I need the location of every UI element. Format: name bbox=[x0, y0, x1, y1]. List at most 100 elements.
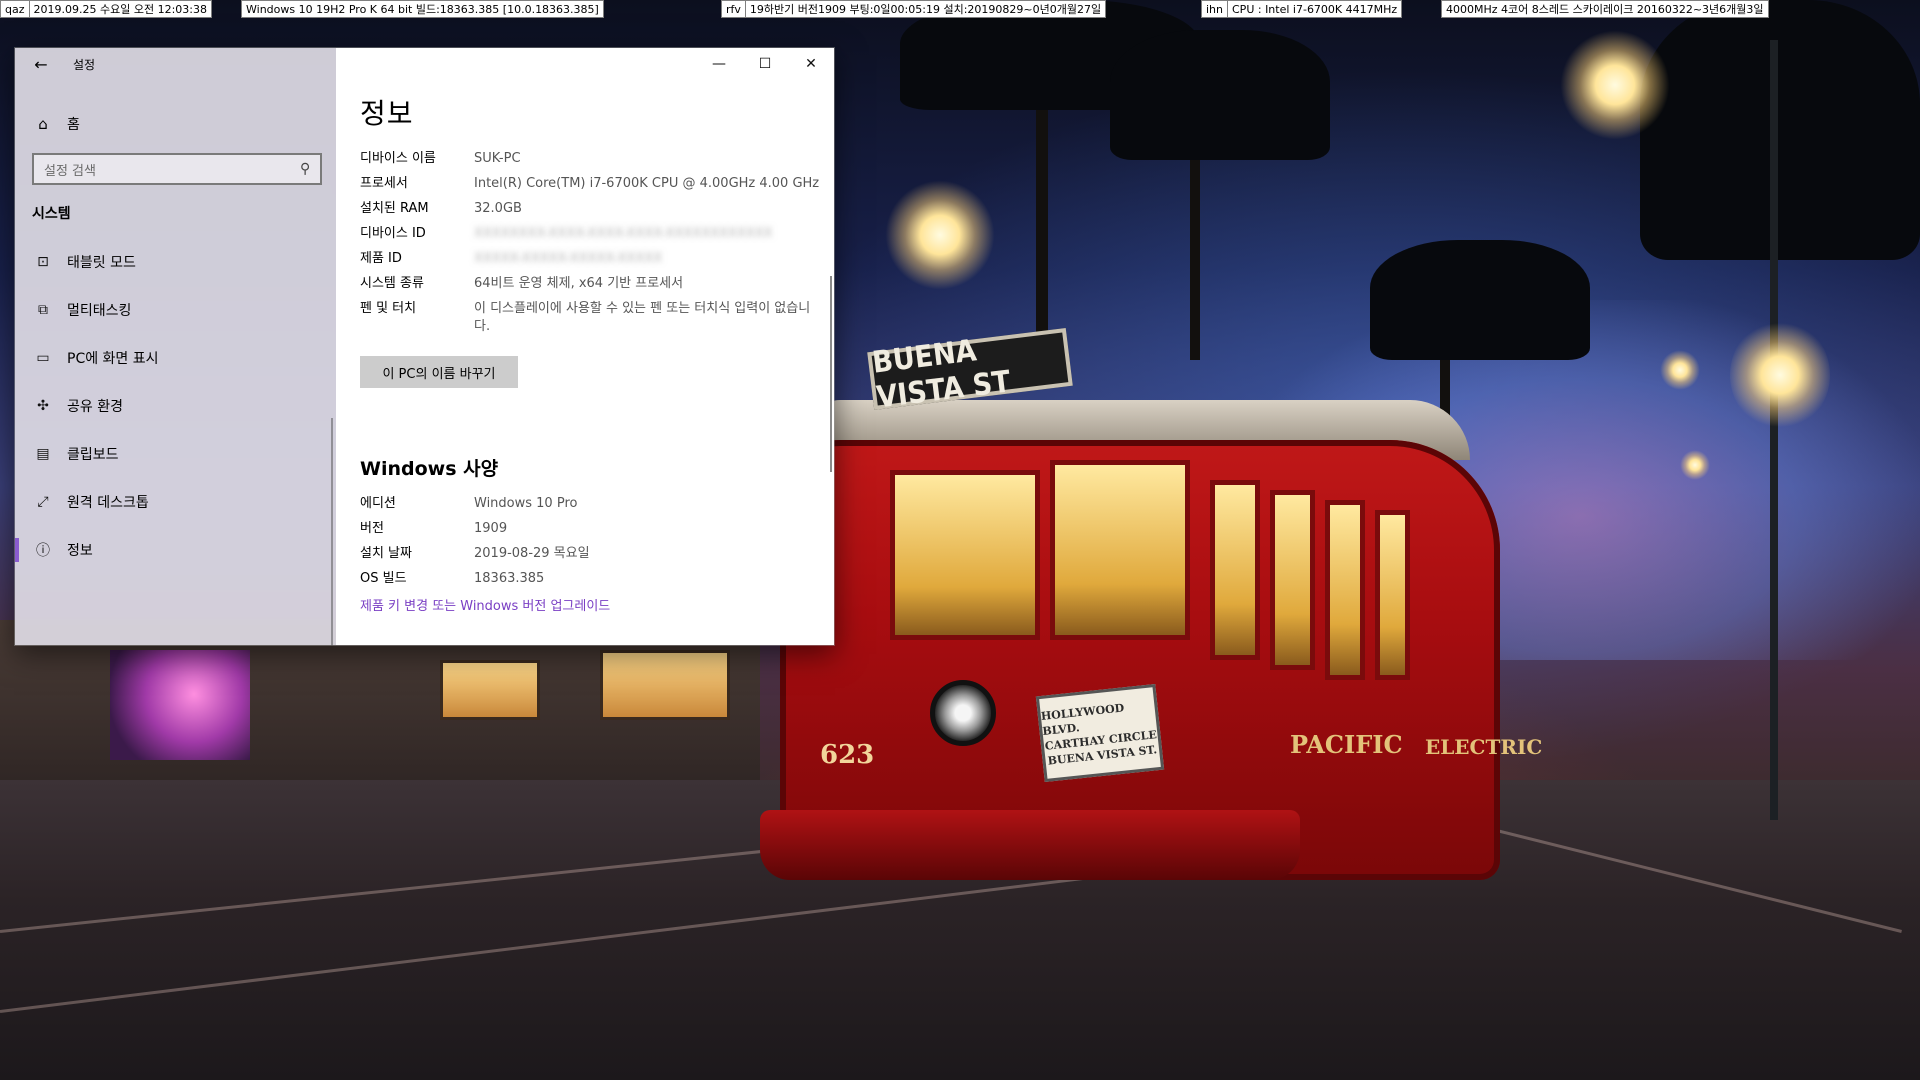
info-bar-uptime-text: 19하반기 버전1909 부팅:0일00:05:19 설치:20190829~0… bbox=[749, 3, 1102, 16]
tram-window bbox=[1050, 460, 1190, 640]
sidebar-nav-list: ⊡ 태블릿 모드 ⧉ 멀티태스킹 ▭ PC에 화면 표시 ✣ 공유 환경 ▤ 클… bbox=[15, 238, 336, 574]
spec-value[interactable]: 18363.385 bbox=[474, 570, 820, 588]
spec-value[interactable]: 32.0GB bbox=[474, 200, 820, 218]
spec-row-device-id: 디바이스 ID XXXXXXXX-XXXX-XXXX-XXXX-XXXXXXXX… bbox=[360, 225, 820, 243]
street-lamp-glow bbox=[1680, 450, 1710, 480]
back-arrow-icon[interactable]: ← bbox=[27, 50, 55, 78]
spec-value[interactable]: 2019-08-29 목요일 bbox=[474, 545, 820, 563]
lamp-post bbox=[1770, 40, 1778, 820]
sidebar-item-label: 공유 환경 bbox=[67, 399, 123, 415]
page-title: 정보 bbox=[360, 97, 414, 130]
tram-bumper bbox=[760, 810, 1300, 880]
neon-sign bbox=[110, 650, 250, 760]
info-icon: ⓘ bbox=[36, 543, 50, 559]
clipboard-icon: ▤ bbox=[36, 446, 50, 462]
search-icon[interactable]: ⚲ bbox=[300, 161, 310, 177]
sidebar-item-multitasking[interactable]: ⧉ 멀티태스킹 bbox=[15, 286, 336, 334]
shop-window bbox=[600, 650, 730, 720]
spec-row-edition: 에디션 Windows 10 Pro bbox=[360, 495, 820, 513]
info-bar-cpu-text: CPU : Intel i7-6700K 4417MHz bbox=[1232, 2, 1398, 16]
street-lamp-glow bbox=[1560, 30, 1670, 140]
spec-key: 에디션 bbox=[360, 496, 396, 511]
settings-search-input[interactable]: 설정 검색 ⚲ bbox=[32, 153, 322, 185]
tram-side-word: PACIFIC bbox=[1290, 730, 1403, 759]
sidebar-scrollbar[interactable] bbox=[331, 418, 333, 646]
spec-key: 디바이스 ID bbox=[360, 226, 426, 241]
tram-window bbox=[890, 470, 1040, 640]
spec-value[interactable]: SUK-PC bbox=[474, 150, 820, 168]
spec-value[interactable]: 1909 bbox=[474, 520, 820, 538]
palm-canopy bbox=[1370, 240, 1590, 360]
maximize-icon[interactable]: ☐ bbox=[742, 48, 788, 80]
sidebar-item-label: 정보 bbox=[67, 543, 93, 559]
info-bar-cpu: ihn CPU : Intel i7-6700K 4417MHz bbox=[1201, 0, 1403, 18]
settings-content: — ☐ ✕ 정보 디바이스 이름 SUK-PC 프로세서 Intel(R) Co… bbox=[336, 48, 834, 645]
sidebar-item-about[interactable]: ⓘ 정보 bbox=[15, 526, 336, 574]
spec-key: 펜 및 터치 bbox=[360, 301, 417, 316]
spec-key: 설치된 RAM bbox=[360, 201, 429, 216]
info-bar-tag: rfv bbox=[722, 1, 746, 17]
spec-value[interactable]: 64비트 운영 체제, x64 기반 프로세서 bbox=[474, 275, 820, 293]
spec-key: 프로세서 bbox=[360, 176, 408, 191]
spec-row-device-name: 디바이스 이름 SUK-PC bbox=[360, 150, 820, 168]
sidebar-item-home[interactable]: ⌂ 홈 bbox=[15, 104, 336, 144]
spec-key: 제품 ID bbox=[360, 251, 402, 266]
search-placeholder: 설정 검색 bbox=[44, 163, 96, 179]
info-bar-datetime: qaz 2019.09.25 수요일 오전 12:03:38 bbox=[0, 0, 212, 18]
sidebar-item-shared-experiences[interactable]: ✣ 공유 환경 bbox=[15, 382, 336, 430]
spec-row-os-build: OS 빌드 18363.385 bbox=[360, 570, 820, 588]
spec-key: 버전 bbox=[360, 521, 384, 536]
red-trolley: BUENA VISTA ST HOLLYWOOD BLVD. CARTHAY C… bbox=[760, 328, 1542, 940]
tram-headlamp bbox=[930, 680, 996, 746]
info-bar-os-text: Windows 10 19H2 Pro K 64 bit 빌드:18363.38… bbox=[246, 3, 599, 16]
sidebar-item-tablet-mode[interactable]: ⊡ 태블릿 모드 bbox=[15, 238, 336, 286]
sidebar-item-project-to-pc[interactable]: ▭ PC에 화면 표시 bbox=[15, 334, 336, 382]
content-scrollbar[interactable] bbox=[830, 276, 832, 472]
close-icon[interactable]: ✕ bbox=[788, 48, 834, 80]
sidebar-item-label: 멀티태스킹 bbox=[67, 303, 132, 319]
spec-row-install-date: 설치 날짜 2019-08-29 목요일 bbox=[360, 545, 820, 563]
sidebar-item-label: 원격 데스크톱 bbox=[67, 495, 149, 511]
spec-value[interactable]: 이 디스플레이에 사용할 수 있는 펜 또는 터치식 입력이 없습니다. bbox=[474, 300, 820, 336]
tram-window bbox=[1375, 510, 1410, 680]
street-lamp-glow bbox=[1660, 350, 1700, 390]
title-bar[interactable]: ← 설정 bbox=[15, 48, 336, 80]
info-bar-tag: qaz bbox=[1, 1, 30, 17]
window-caption-buttons: — ☐ ✕ bbox=[696, 48, 834, 80]
about-page: 정보 디바이스 이름 SUK-PC 프로세서 Intel(R) Core(TM)… bbox=[360, 92, 820, 614]
spec-value[interactable]: Windows 10 Pro bbox=[474, 495, 820, 513]
sidebar-item-clipboard[interactable]: ▤ 클립보드 bbox=[15, 430, 336, 478]
palm-canopy bbox=[1110, 30, 1330, 160]
spec-key: 설치 날짜 bbox=[360, 546, 412, 561]
spec-value[interactable]: Intel(R) Core(TM) i7-6700K CPU @ 4.00GHz… bbox=[474, 175, 820, 193]
rename-pc-button[interactable]: 이 PC의 이름 바꾸기 bbox=[360, 356, 518, 388]
info-bar-cpu-detail-text: 4000MHz 4코어 8스레드 스카이레이크 20160322~3년6개월3일 bbox=[1446, 3, 1764, 16]
project-to-pc-icon: ▭ bbox=[36, 350, 50, 366]
app-title: 설정 bbox=[73, 57, 96, 72]
tram-route-plaque: HOLLYWOOD BLVD. CARTHAY CIRCLE BUENA VIS… bbox=[1035, 683, 1165, 783]
spec-key: 디바이스 이름 bbox=[360, 151, 436, 166]
spec-row-pen-touch: 펜 및 터치 이 디스플레이에 사용할 수 있는 펜 또는 터치식 입력이 없습… bbox=[360, 300, 820, 336]
spec-key: OS 빌드 bbox=[360, 571, 407, 586]
home-icon: ⌂ bbox=[38, 115, 48, 133]
sidebar-item-label: 홈 bbox=[67, 117, 80, 133]
street-lamp-glow bbox=[1730, 320, 1830, 430]
windows-spec-heading: Windows 사양 bbox=[360, 458, 499, 480]
sidebar-item-label: PC에 화면 표시 bbox=[67, 351, 159, 367]
info-bar-uptime: rfv 19하반기 버전1909 부팅:0일00:05:19 설치:201908… bbox=[721, 0, 1107, 18]
palm-canopy bbox=[1640, 0, 1920, 260]
spec-row-ram: 설치된 RAM 32.0GB bbox=[360, 200, 820, 218]
spec-row-product-id: 제품 ID XXXXX-XXXXX-XXXXX-XXXXX bbox=[360, 250, 820, 268]
tram-number: 623 bbox=[820, 740, 875, 770]
sidebar-item-remote-desktop[interactable]: ⤢ 원격 데스크톱 bbox=[15, 478, 336, 526]
multitasking-icon: ⧉ bbox=[38, 302, 48, 318]
tablet-mode-icon: ⊡ bbox=[37, 254, 49, 270]
tram-window bbox=[1210, 480, 1260, 660]
minimize-icon[interactable]: — bbox=[696, 48, 742, 80]
street-lamp-glow bbox=[885, 180, 995, 290]
upgrade-windows-link[interactable]: 제품 키 변경 또는 Windows 버전 업그레이드 bbox=[360, 595, 820, 614]
sidebar-item-label: 클립보드 bbox=[67, 447, 119, 463]
shared-experiences-icon: ✣ bbox=[37, 398, 49, 414]
tram-destination-sign: BUENA VISTA ST bbox=[867, 328, 1073, 415]
tram-window bbox=[1270, 490, 1315, 670]
